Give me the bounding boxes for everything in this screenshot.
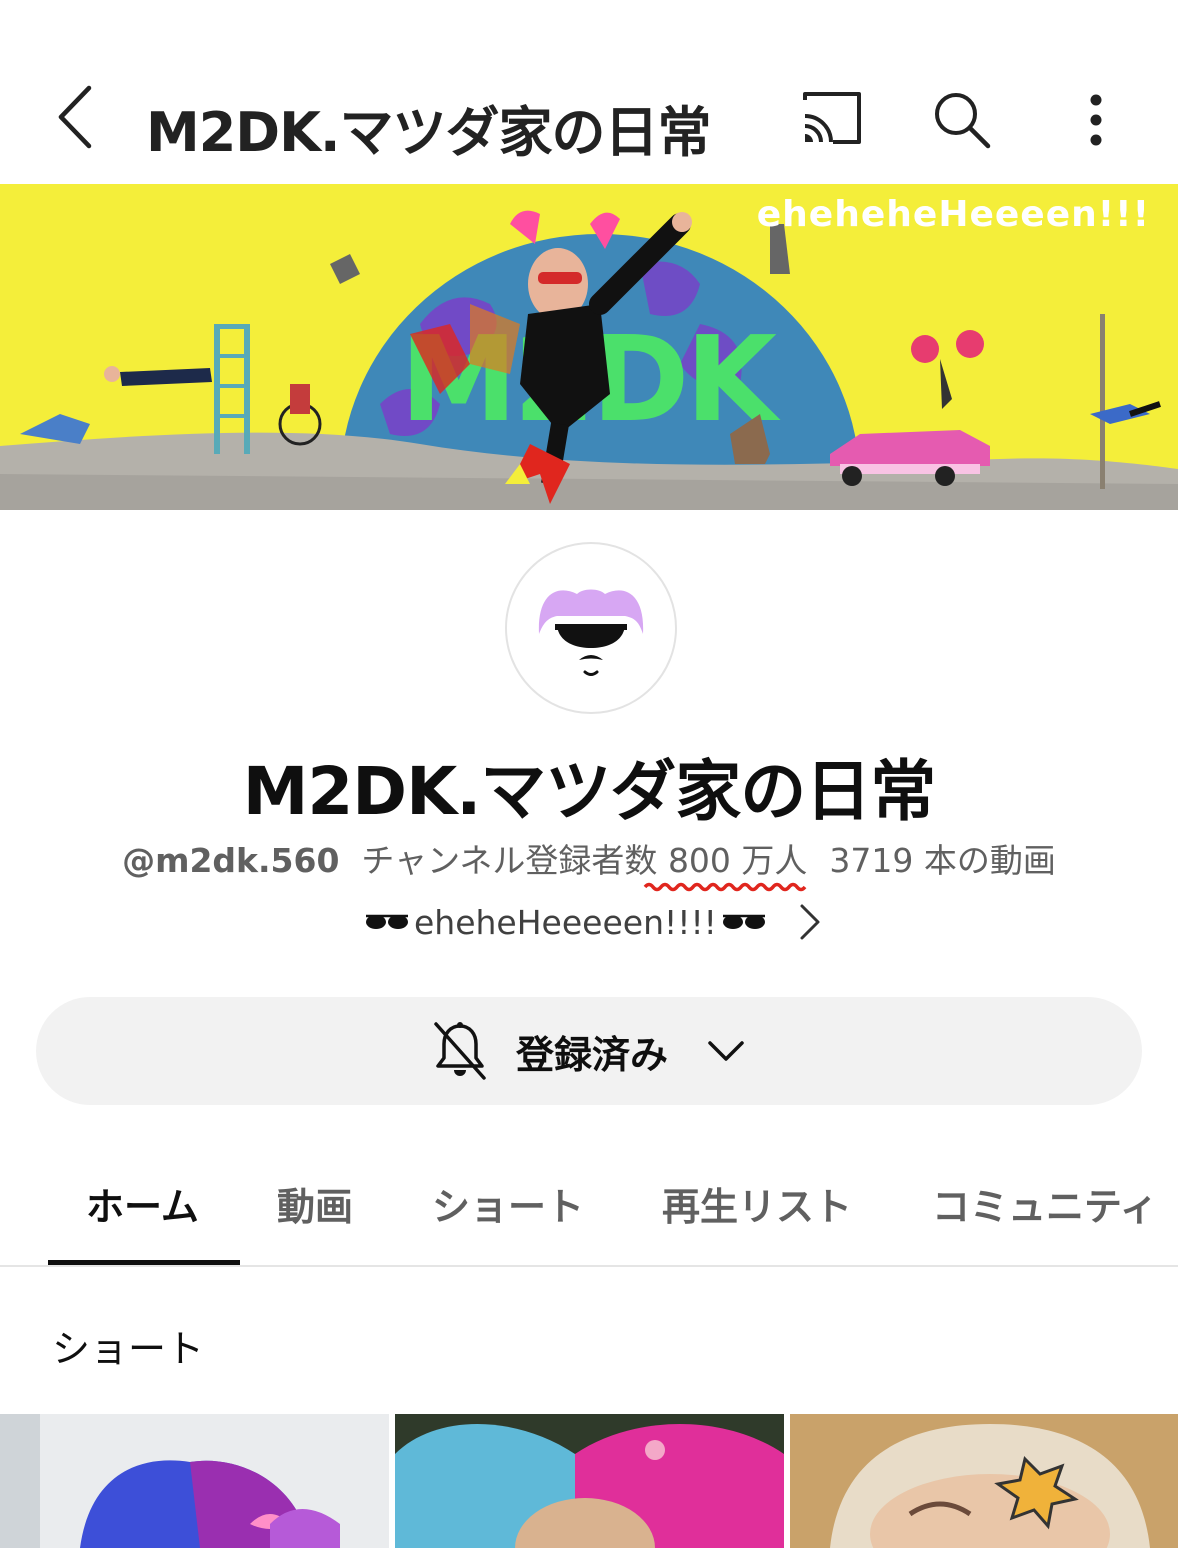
channel-name: M2DK.マツダ家の日常	[242, 753, 937, 830]
video-count: 3719 本の動画	[829, 841, 1056, 880]
sunglasses-icon	[366, 914, 408, 929]
cast-icon	[803, 92, 861, 144]
top-app-bar: M2DK.マツダ家の日常	[0, 60, 1178, 176]
cast-button[interactable]	[795, 86, 867, 150]
subscriber-info: チャンネル登録者数 800 万人	[361, 834, 808, 892]
channel-avatar[interactable]	[505, 542, 677, 714]
channel-meta: @m2dk.560 チャンネル登録者数 800 万人 3719 本の動画	[0, 834, 1178, 892]
short-thumbnail[interactable]	[790, 1414, 1178, 1548]
highlight-squiggle	[643, 882, 807, 892]
tab-home[interactable]: ホーム	[86, 1176, 199, 1231]
tabs-divider	[0, 1265, 1178, 1267]
back-chevron-icon	[58, 85, 92, 149]
chevron-down-icon	[708, 1041, 744, 1061]
short-thumbnail[interactable]	[0, 1414, 389, 1548]
short-thumbnail[interactable]	[395, 1414, 784, 1548]
search-icon	[935, 93, 991, 149]
sunglasses-icon	[722, 914, 765, 929]
more-vert-icon	[1090, 94, 1102, 146]
chevron-right-icon	[800, 904, 820, 940]
channel-handle: @m2dk.560	[122, 841, 340, 880]
subscriber-count-text: 800 万人	[667, 841, 808, 880]
description-text: eheheHeeeeen!!!!	[414, 902, 717, 942]
tab-community[interactable]: コミュニティ	[932, 1176, 1158, 1231]
search-button[interactable]	[926, 84, 998, 156]
channel-tabs: ホーム 動画 ショート 再生リスト コミュニティ	[0, 1148, 1178, 1266]
bell-off-icon	[434, 1022, 486, 1080]
tab-videos[interactable]: 動画	[277, 1176, 353, 1231]
shorts-shelf	[0, 1414, 1178, 1548]
subscriber-count: 800 万人	[643, 834, 808, 892]
back-button[interactable]	[40, 82, 110, 152]
shorts-section-title: ショート	[52, 1327, 205, 1371]
subscribed-label: 登録済み	[515, 1032, 668, 1077]
channel-banner: M2DK	[0, 184, 1178, 510]
subscribed-button[interactable]: 登録済み	[36, 997, 1142, 1105]
tab-shorts[interactable]: ショート	[432, 1176, 584, 1231]
app-bar-title: M2DK.マツダ家の日常	[146, 101, 711, 164]
subscriber-label: チャンネル登録者数	[361, 841, 658, 880]
description-expand-button[interactable]	[790, 900, 830, 944]
channel-description[interactable]: eheheHeeeeen!!!!	[360, 896, 771, 948]
more-options-button[interactable]	[1066, 84, 1126, 156]
banner-tagline: eheheheHeeeen!!!	[756, 194, 1150, 235]
tab-playlists[interactable]: 再生リスト	[662, 1176, 852, 1231]
avatar-illustration	[538, 589, 644, 676]
